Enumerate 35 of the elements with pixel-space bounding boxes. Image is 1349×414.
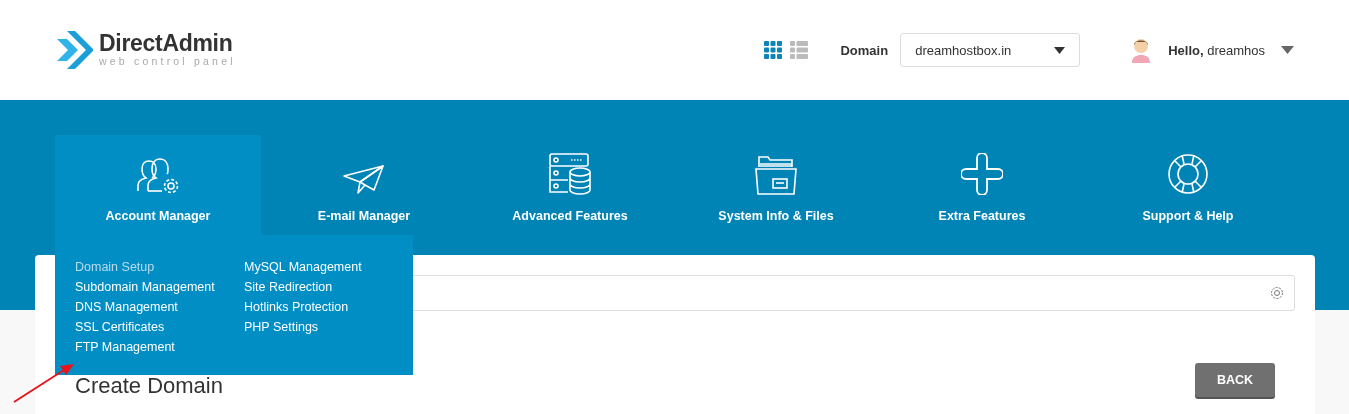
logo-text: DirectAdmin bbox=[99, 32, 234, 56]
server-database-icon bbox=[549, 153, 591, 195]
logo-tagline: web control panel bbox=[99, 55, 236, 68]
menu-link[interactable]: Domain Setup bbox=[75, 257, 244, 277]
logo-chevron-icon bbox=[55, 29, 93, 71]
annotation-arrow bbox=[12, 362, 76, 404]
menu-link[interactable]: MySQL Management bbox=[244, 257, 413, 277]
nav-tab[interactable]: E-mail Manager bbox=[261, 135, 467, 235]
back-button[interactable]: BACK bbox=[1195, 363, 1275, 397]
nav-tab[interactable]: Extra Features bbox=[879, 135, 1085, 235]
page-title: Create Domain bbox=[75, 372, 223, 399]
user-avatar-icon bbox=[1130, 37, 1153, 63]
user-greeting[interactable]: Hello, dreamhos bbox=[1168, 42, 1265, 58]
menu-link[interactable]: DNS Management bbox=[75, 297, 244, 317]
caret-icon[interactable] bbox=[1281, 46, 1294, 54]
domain-label: Domain bbox=[840, 42, 889, 58]
grid-view-icon[interactable] bbox=[764, 41, 783, 59]
caret-icon bbox=[1054, 46, 1066, 54]
paper-plane-icon bbox=[343, 165, 385, 195]
menu-link[interactable]: SSL Certificates bbox=[75, 317, 244, 337]
nav-tab[interactable]: Advanced Features bbox=[467, 135, 673, 235]
menu-link[interactable]: Subdomain Management bbox=[75, 277, 244, 297]
nav-tab[interactable]: Support & Help bbox=[1085, 135, 1291, 235]
lifebuoy-icon bbox=[1167, 153, 1209, 195]
plus-icon bbox=[961, 153, 1003, 195]
domain-select[interactable]: dreamhostbox.in bbox=[900, 33, 1081, 67]
menu-link[interactable]: Hotlinks Protection bbox=[244, 297, 413, 317]
menu-link[interactable]: Site Redirection bbox=[244, 277, 413, 297]
nav-tab[interactable]: Account Manager bbox=[55, 135, 261, 235]
list-view-icon[interactable] bbox=[790, 41, 809, 59]
menu-link[interactable]: PHP Settings bbox=[244, 317, 413, 337]
folder-icon bbox=[755, 155, 797, 195]
nav-tab[interactable]: System Info & Files bbox=[673, 135, 879, 235]
settings-icon[interactable] bbox=[1270, 286, 1284, 300]
menu-link[interactable]: FTP Management bbox=[75, 337, 244, 357]
